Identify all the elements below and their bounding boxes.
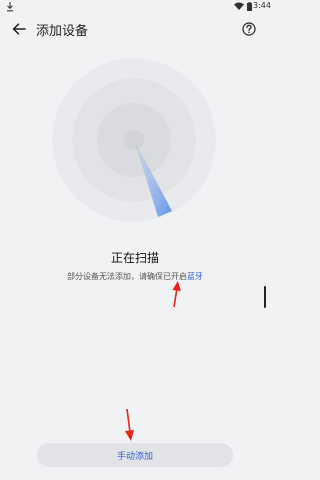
scan-status-title: 正在扫描 [110, 251, 159, 265]
radar-scan-graphic [52, 58, 216, 222]
annotation-arrow-bluetooth [172, 281, 181, 308]
scroll-indicator[interactable] [264, 286, 266, 308]
bluetooth-link[interactable]: 蓝牙 [187, 272, 203, 281]
annotation-arrow-manual-add [125, 408, 134, 441]
back-button[interactable] [9, 19, 29, 39]
status-time: 3:44 [253, 1, 271, 10]
wifi-icon [234, 2, 244, 10]
help-button[interactable] [240, 20, 258, 38]
download-icon [7, 2, 13, 12]
page-title: 添加设备 [36, 24, 89, 39]
scan-hint: 部分设备无法添加，请确保已开启蓝牙 [0, 271, 270, 282]
status-bar: 3:44 [0, 0, 271, 14]
help-icon [242, 22, 256, 36]
scan-hint-text: 部分设备无法添加，请确保已开启 [67, 272, 187, 281]
manual-add-button[interactable]: 手动添加 [37, 443, 233, 467]
battery-icon [247, 2, 252, 11]
back-arrow-icon [12, 23, 26, 35]
